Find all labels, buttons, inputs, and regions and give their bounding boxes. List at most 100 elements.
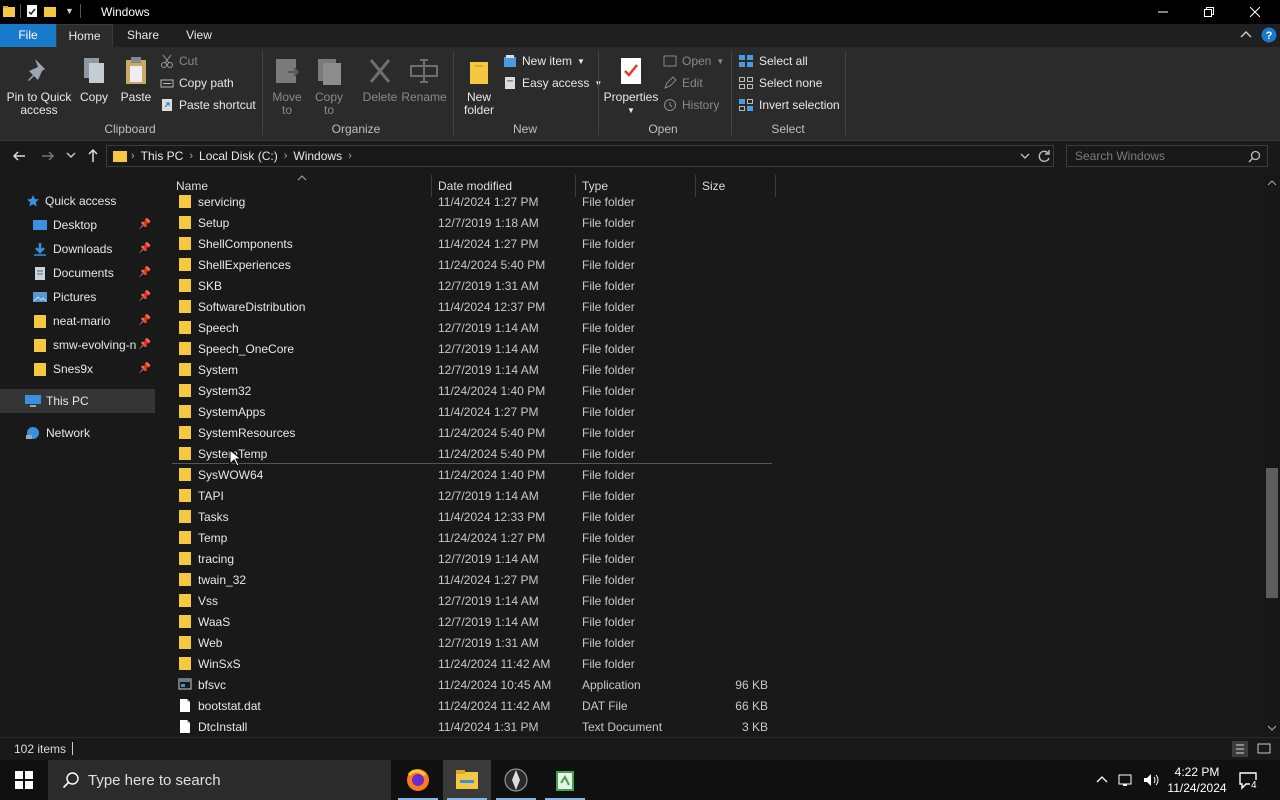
file-row[interactable]: SKB 12/7/2019 1:31 AM File folder [172,275,772,296]
vertical-scrollbar[interactable] [1264,175,1280,737]
select-all-button[interactable]: Select all [738,51,808,71]
show-hidden-icons-icon[interactable] [1096,774,1108,786]
tab-share[interactable]: Share [116,24,170,47]
file-row[interactable]: WinSxS 11/24/2024 11:42 AM File folder [172,653,772,674]
taskbar-search[interactable]: Type here to search [48,760,391,800]
scroll-down-icon[interactable] [1266,723,1278,733]
details-view-icon[interactable] [1232,741,1248,757]
customize-qat-icon[interactable]: ▼ [65,6,74,16]
nav-item-neat-mario[interactable]: neat-mario 📌 [0,309,155,333]
breadcrumb-this-pc[interactable]: This PC [137,149,188,163]
nav-item-downloads[interactable]: Downloads 📌 [0,237,155,261]
nav-item-pictures[interactable]: Pictures 📌 [0,285,155,309]
collapse-ribbon-icon[interactable] [1240,29,1252,41]
file-row[interactable]: SoftwareDistribution 11/4/2024 12:37 PM Fi… [172,296,772,317]
properties-button[interactable]: Properties ▼ [603,51,659,117]
breadcrumb-windows[interactable]: Windows [289,149,346,163]
delete-button[interactable]: Delete [358,51,402,104]
select-none-button[interactable]: Select none [738,73,822,93]
search-input[interactable] [1075,148,1245,164]
paste-button[interactable]: Paste [116,51,156,104]
up-button[interactable] [85,147,101,163]
file-row[interactable]: WaaS 12/7/2019 1:14 AM File folder [172,611,772,632]
pin-icon[interactable]: 📌 [139,243,151,254]
taskbar-firefox[interactable] [394,760,442,800]
invert-selection-button[interactable]: Invert selection [738,95,840,115]
forward-button[interactable] [40,148,56,164]
pin-icon[interactable]: 📌 [139,267,151,278]
file-row[interactable]: ShellComponents 11/4/2024 1:27 PM File fol… [172,233,772,254]
edit-button[interactable]: Edit [663,73,703,93]
start-button[interactable] [0,760,48,800]
file-row[interactable]: Speech 12/7/2019 1:14 AM File folder [172,317,772,338]
tab-view[interactable]: View [174,24,224,47]
file-row[interactable]: TAPI 12/7/2019 1:14 AM File folder [172,485,772,506]
copy-button[interactable]: Copy [74,51,114,104]
refresh-icon[interactable] [1037,149,1051,163]
nav-item-desktop[interactable]: Desktop 📌 [0,213,155,237]
close-button[interactable] [1232,0,1278,24]
file-row[interactable]: SystemResources 11/24/2024 5:40 PM File fo… [172,422,772,443]
file-row[interactable]: Speech_OneCore 12/7/2019 1:14 AM File fold… [172,338,772,359]
rename-button[interactable]: Rename [400,51,448,104]
taskbar-app-editor[interactable] [541,760,589,800]
file-row[interactable]: Web 12/7/2019 1:31 AM File folder [172,632,772,653]
paste-shortcut-button[interactable]: Paste shortcut [160,95,256,115]
file-row[interactable]: bootstat.dat 11/24/2024 11:42 AM DAT File 6… [172,695,772,716]
properties-icon[interactable] [25,4,39,18]
breadcrumb-local-disk[interactable]: Local Disk (C:) [195,149,282,163]
file-row[interactable]: Tasks 11/4/2024 12:33 PM File folder [172,506,772,527]
file-row[interactable]: bfsvc 11/24/2024 10:45 AM Application 96 KB [172,674,772,695]
large-icons-view-icon[interactable] [1256,741,1272,757]
file-row[interactable]: SystemTemp11/24/2024 5:40 PMFile folder [172,443,772,464]
address-history-icon[interactable] [1019,150,1031,162]
file-row[interactable]: servicing 11/4/2024 1:27 PM File folder [172,191,772,212]
file-row[interactable]: twain_32 11/4/2024 1:27 PM File folder [172,569,772,590]
tab-home[interactable]: Home [56,24,113,47]
copy-to-button[interactable]: Copy to [310,51,348,117]
nav-this-pc[interactable]: This PC [0,389,155,413]
maximize-button[interactable] [1186,0,1232,24]
file-row[interactable]: System 12/7/2019 1:14 AM File folder [172,359,772,380]
system-clock[interactable]: 4:22 PM 11/24/2024 [1166,764,1228,796]
move-to-button[interactable]: Move to [268,51,306,117]
cut-button[interactable]: Cut [160,51,198,71]
search-icon[interactable] [1248,150,1261,163]
pin-icon[interactable]: 📌 [139,339,151,350]
file-row[interactable]: Setup 12/7/2019 1:18 AM File folder [172,212,772,233]
nav-item-snes9x[interactable]: Snes9x 📌 [0,357,155,381]
pin-to-quick-access-button[interactable]: Pin to Quick access [4,51,74,117]
nav-network[interactable]: Network [0,421,155,445]
minimize-button[interactable] [1140,0,1186,24]
nav-item-smw-evolving[interactable]: smw-evolving-n 📌 [0,333,155,357]
taskbar-app-snes9x[interactable] [492,760,540,800]
file-row[interactable]: SystemApps 11/4/2024 1:27 PM File folder [172,401,772,422]
new-folder-icon[interactable] [43,4,57,18]
nav-quick-access[interactable]: Quick access [0,189,155,213]
recent-locations-button[interactable] [66,150,76,160]
file-row[interactable]: Vss 12/7/2019 1:14 AM File folder [172,590,772,611]
file-row[interactable]: Temp 11/24/2024 1:27 PM File folder [172,527,772,548]
pin-icon[interactable]: 📌 [139,363,151,374]
pin-icon[interactable]: 📌 [139,315,151,326]
history-button[interactable]: History [663,95,719,115]
pin-icon[interactable]: 📌 [139,219,151,230]
help-icon[interactable]: ? [1261,27,1277,43]
new-item-button[interactable]: New item ▼ [503,51,585,71]
back-button[interactable] [11,148,27,164]
action-center-button[interactable]: 4 [1238,770,1258,791]
open-button[interactable]: Open ▼ [663,51,724,71]
taskbar-file-explorer[interactable] [443,760,491,800]
file-row[interactable]: tracing 12/7/2019 1:14 AM File folder [172,548,772,569]
scrollbar-thumb[interactable] [1266,468,1278,598]
easy-access-button[interactable]: Easy access ▼ [503,73,602,93]
tab-file[interactable]: File [0,24,56,47]
address-bar[interactable]: › This PC › Local Disk (C:) › Windows › [106,145,1054,167]
copy-path-button[interactable]: Copy path [160,73,234,93]
volume-icon[interactable] [1142,772,1160,788]
search-box[interactable] [1066,145,1268,167]
new-folder-button[interactable]: New folder [458,51,500,117]
file-row[interactable]: System32 11/24/2024 1:40 PM File folder [172,380,772,401]
file-row[interactable]: DtcInstall 11/4/2024 1:31 PM Text Document… [172,716,772,737]
file-row[interactable]: SysWOW64 11/24/2024 1:40 PM File folder [172,464,772,485]
